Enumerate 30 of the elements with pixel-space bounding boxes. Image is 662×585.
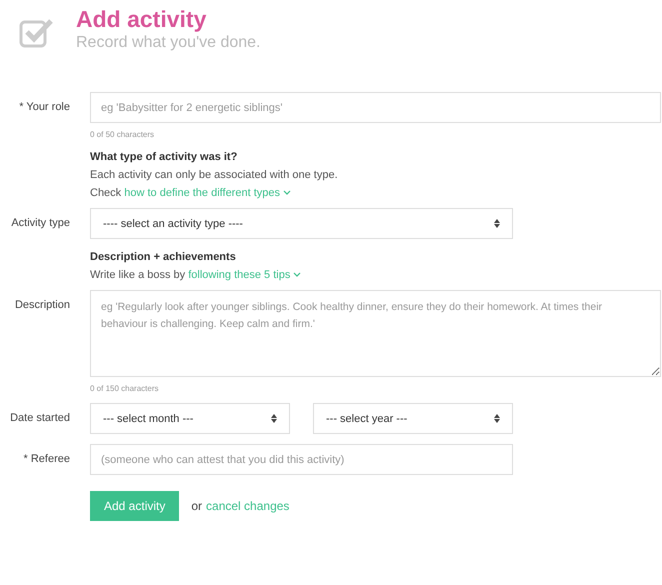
sort-arrows-icon	[271, 414, 277, 423]
cancel-link[interactable]: cancel changes	[206, 499, 290, 513]
select-dropdown[interactable]: --- select year ---	[313, 403, 513, 434]
text-area[interactable]: eg 'Regularly look after younger siblings. Cook healthy dinner, ensure they do their homework. At times their behaviour is challenging. Keep calm and firm.'	[90, 290, 661, 377]
sort-arrows-icon	[494, 219, 500, 228]
page-title: Add activity	[76, 6, 208, 33]
field-label: Date started	[9, 411, 70, 424]
help-link[interactable]: following these 5 tips	[188, 269, 302, 281]
input-field[interactable]: eg 'Babysitter for 2 energetic siblings'	[90, 92, 661, 123]
help-text: Each activity can only be associated with one type.	[90, 169, 338, 181]
sort-arrows-icon	[494, 414, 500, 423]
field-label: Description	[14, 298, 70, 311]
field-label: * Your role	[18, 100, 70, 113]
or-text: or	[191, 499, 202, 513]
select-dropdown[interactable]: ---- select an activity type ----	[90, 208, 513, 239]
character-counter: 0 of 150 characters	[90, 384, 160, 393]
input-field[interactable]: (someone who can attest that you did this activity)	[90, 444, 513, 475]
chevron-down-icon	[293, 272, 302, 278]
help-text: Write like a boss by	[90, 269, 186, 281]
chevron-down-icon	[283, 190, 291, 196]
field-label: Activity type	[10, 216, 70, 229]
page-subtitle: Record what you've done.	[76, 34, 260, 52]
help-text: Check	[90, 187, 122, 199]
section-heading: What type of activity was it?	[90, 150, 238, 165]
help-link[interactable]: how to define the different types	[124, 187, 291, 199]
field-label: * Referee	[22, 452, 70, 465]
character-counter: 0 of 50 characters	[90, 130, 156, 139]
add-activity-button[interactable]: Add activity	[90, 491, 180, 521]
select-dropdown[interactable]: --- select month ---	[90, 403, 290, 434]
section-heading: Description + achievements	[90, 250, 237, 265]
